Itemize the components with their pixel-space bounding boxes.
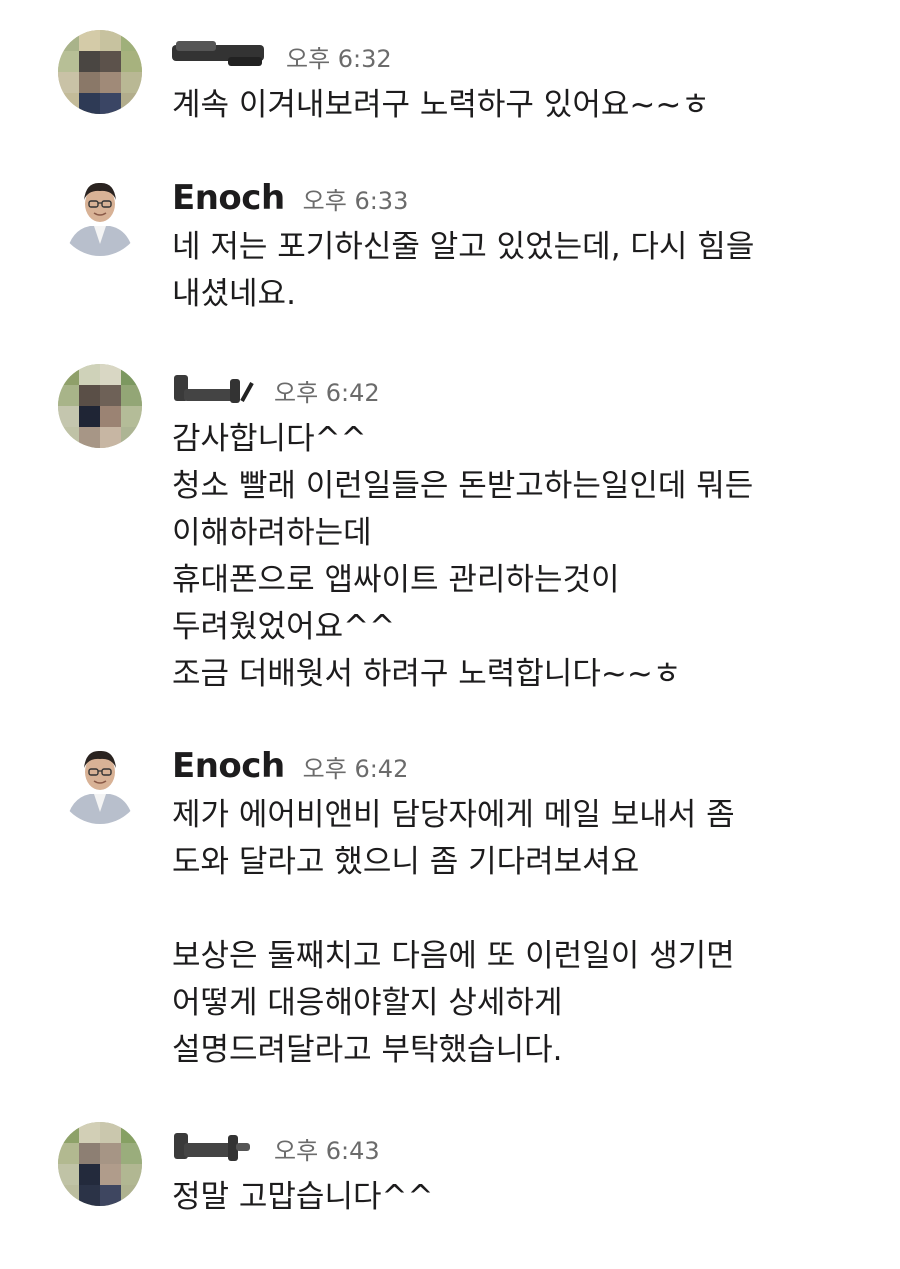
message-line — [172, 886, 735, 933]
message-line: 이해하려하는데 — [172, 515, 372, 551]
redacted-name — [172, 371, 256, 409]
message-body: 네 저는 포기하신줄 알고 있었는데, 다시 힘을 내셨네요. — [172, 224, 754, 318]
message-line: 제가 에어비앤비 담당자에게 메일 보내서 좀 — [172, 797, 735, 833]
message-body: 감사합니다^^ 청소 빨래 이런일들은 돈받고하는일인데 뭐든 이해하려하는데 … — [172, 416, 753, 698]
message-line: 감사합니다^^ — [172, 421, 367, 457]
redacted-name — [172, 1129, 256, 1167]
redacted-name — [172, 39, 268, 73]
blurred-user-avatar[interactable] — [58, 1122, 142, 1206]
message-header: Enoch 오후 6:33 — [172, 172, 408, 224]
message-line: 설명드려달라고 부탁했습니다. — [172, 1032, 563, 1068]
message-body: 정말 고맙습니다^^ — [172, 1174, 433, 1221]
message-line: 도와 달라고 했으니 좀 기다려보셔요 — [172, 844, 640, 880]
message-body: 계속 이겨내보려구 노력하구 있어요~~ㅎ — [172, 82, 710, 129]
chat-log: 오후 6:32 계속 이겨내보려구 노력하구 있어요~~ㅎ Enoch 오후 6… — [0, 0, 900, 1269]
message-line: 휴대폰으로 앱싸이트 관리하는것이 — [172, 562, 620, 598]
message-time: 오후 6:33 — [302, 186, 409, 215]
message-time: 오후 6:43 — [274, 1136, 380, 1165]
message-line: 두려웠었어요^^ — [172, 609, 396, 645]
message-header: Enoch 오후 6:42 — [172, 740, 408, 792]
sender-name[interactable]: Enoch — [172, 746, 285, 786]
message-body: 제가 에어비앤비 담당자에게 메일 보내서 좀 도와 달라고 했으니 좀 기다려… — [172, 792, 735, 1074]
sender-name[interactable]: Enoch — [172, 178, 285, 218]
message-line: 보상은 둘째치고 다음에 또 이런일이 생기면 — [172, 938, 735, 974]
message-line: 네 저는 포기하신줄 알고 있었는데, 다시 힘을 — [172, 229, 755, 265]
message-time: 오후 6:42 — [302, 754, 409, 783]
message-time: 오후 6:32 — [286, 44, 392, 73]
message-line: 정말 고맙습니다^^ — [172, 1179, 434, 1215]
message-header: 오후 6:42 — [172, 364, 380, 416]
enoch-avatar[interactable] — [58, 172, 142, 256]
message-line: 조금 더배웟서 하려구 노력합니다~~ㅎ — [172, 656, 682, 692]
blurred-user-avatar[interactable] — [58, 30, 142, 114]
message-line: 계속 이겨내보려구 노력하구 있어요~~ㅎ — [172, 87, 710, 123]
message-header: 오후 6:43 — [172, 1122, 380, 1174]
blurred-user-avatar[interactable] — [58, 364, 142, 448]
message-line: 청소 빨래 이런일들은 돈받고하는일인데 뭐든 — [172, 468, 754, 504]
enoch-avatar[interactable] — [58, 740, 142, 824]
message-line: 어떻게 대응해야할지 상세하게 — [172, 985, 563, 1021]
message-line: 내셨네요. — [172, 276, 296, 312]
message-header: 오후 6:32 — [172, 30, 392, 82]
message-time: 오후 6:42 — [274, 378, 380, 407]
